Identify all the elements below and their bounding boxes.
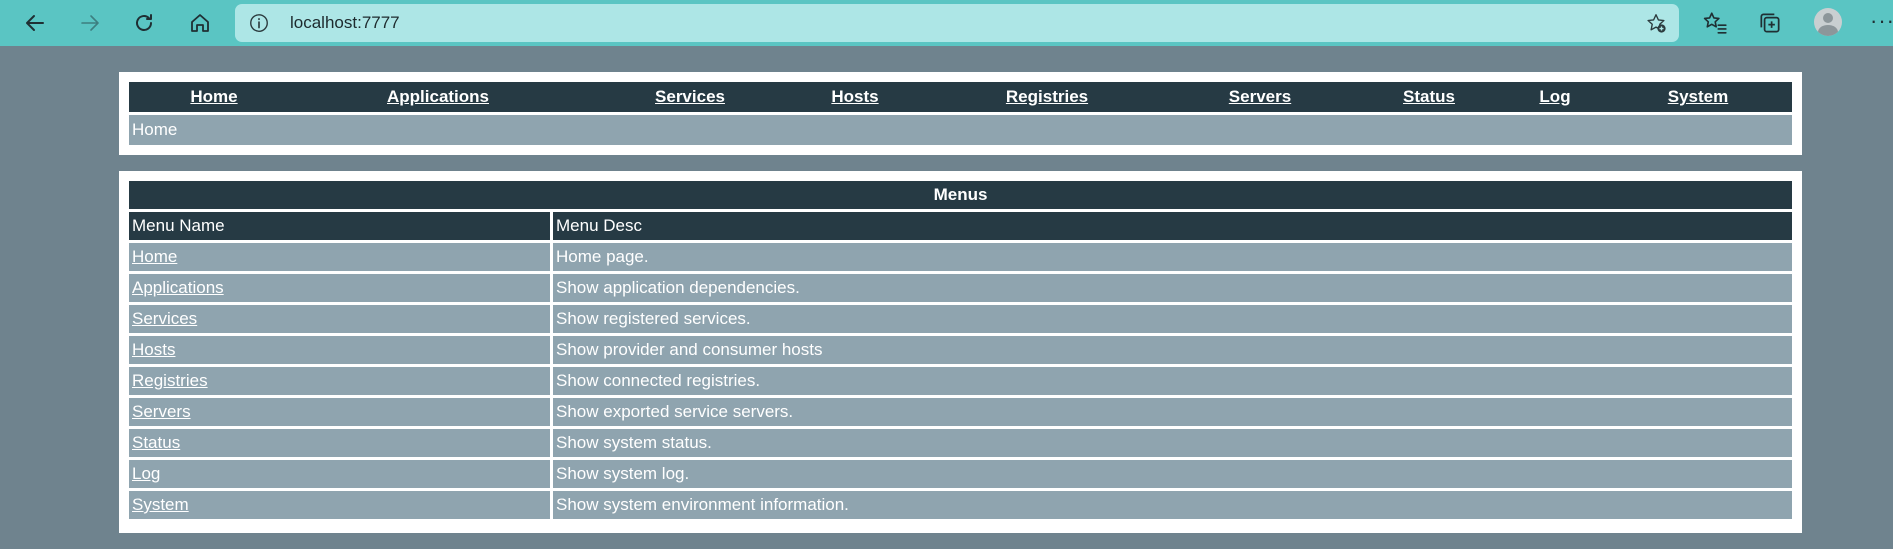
- home-icon: [191, 14, 209, 32]
- menu-link-registries[interactable]: Registries: [132, 371, 208, 390]
- menu-name-cell: System: [129, 491, 553, 519]
- collections-icon[interactable]: [1757, 10, 1783, 36]
- column-header-menu-desc: Menu Desc: [553, 212, 1792, 240]
- table-row: Registries Show connected registries.: [129, 367, 1792, 395]
- menu-desc-cell: Show system status.: [553, 429, 1792, 457]
- breadcrumb-text: Home: [132, 120, 178, 139]
- table-row: Hosts Show provider and consumer hosts: [129, 336, 1792, 364]
- menu-link-home[interactable]: Home: [132, 247, 177, 266]
- nav-home[interactable]: Home: [190, 87, 237, 107]
- home-button[interactable]: [183, 6, 217, 40]
- menu-desc-cell: Show provider and consumer hosts: [553, 336, 1792, 364]
- star-plus-icon[interactable]: [1645, 12, 1667, 34]
- arrow-right-icon: [81, 15, 99, 31]
- main-nav: Home Applications Services Hosts Registr…: [129, 82, 1792, 112]
- nav-panel: Home Applications Services Hosts Registr…: [119, 72, 1802, 155]
- info-icon[interactable]: [248, 12, 270, 34]
- table-row: Home Home page.: [129, 243, 1792, 271]
- more-icon[interactable]: ···: [1870, 8, 1893, 34]
- menu-link-log[interactable]: Log: [132, 464, 160, 483]
- menu-desc-cell: Show registered services.: [553, 305, 1792, 333]
- menu-link-system[interactable]: System: [132, 495, 189, 514]
- menu-name-cell: Status: [129, 429, 553, 457]
- table-row: Services Show registered services.: [129, 305, 1792, 333]
- address-url[interactable]: localhost:7777: [290, 13, 400, 33]
- browser-toolbar: localhost:7777 ···: [0, 0, 1893, 46]
- table-row: Applications Show application dependenci…: [129, 274, 1792, 302]
- menu-desc-cell: Show system log.: [553, 460, 1792, 488]
- menu-desc-cell: Home page.: [553, 243, 1792, 271]
- table-row: Log Show system log.: [129, 460, 1792, 488]
- menus-table: Menus Menu Name Menu Desc Home Home page…: [129, 178, 1792, 522]
- menu-desc-cell: Show system environment information.: [553, 491, 1792, 519]
- forward-button[interactable]: [73, 6, 107, 40]
- nav-services[interactable]: Services: [655, 87, 725, 107]
- menu-name-cell: Applications: [129, 274, 553, 302]
- menu-desc-cell: Show application dependencies.: [553, 274, 1792, 302]
- address-bar[interactable]: localhost:7777: [235, 4, 1679, 42]
- nav-registries[interactable]: Registries: [1006, 87, 1088, 107]
- table-row: Status Show system status.: [129, 429, 1792, 457]
- nav-status[interactable]: Status: [1403, 87, 1455, 107]
- menu-name-cell: Home: [129, 243, 553, 271]
- menu-link-status[interactable]: Status: [132, 433, 180, 452]
- menu-link-services[interactable]: Services: [132, 309, 197, 328]
- avatar-icon[interactable]: [1814, 8, 1842, 36]
- menu-link-hosts[interactable]: Hosts: [132, 340, 175, 359]
- menu-desc-cell: Show connected registries.: [553, 367, 1792, 395]
- nav-system[interactable]: System: [1668, 87, 1728, 107]
- menu-name-cell: Hosts: [129, 336, 553, 364]
- column-header-menu-name: Menu Name: [129, 212, 553, 240]
- menu-desc-cell: Show exported service servers.: [553, 398, 1792, 426]
- back-button[interactable]: [18, 6, 52, 40]
- menus-panel: Menus Menu Name Menu Desc Home Home page…: [119, 171, 1802, 533]
- table-title-row: Menus: [129, 181, 1792, 209]
- table-title: Menus: [129, 181, 1792, 209]
- menu-link-servers[interactable]: Servers: [132, 402, 191, 421]
- menu-link-applications[interactable]: Applications: [132, 278, 224, 297]
- table-row: Servers Show exported service servers.: [129, 398, 1792, 426]
- refresh-button[interactable]: [127, 6, 161, 40]
- arrow-left-icon: [26, 15, 44, 31]
- table-header-row: Menu Name Menu Desc: [129, 212, 1792, 240]
- nav-log[interactable]: Log: [1539, 87, 1570, 107]
- menu-name-cell: Servers: [129, 398, 553, 426]
- menu-name-cell: Services: [129, 305, 553, 333]
- refresh-icon: [136, 14, 152, 31]
- nav-applications[interactable]: Applications: [387, 87, 489, 107]
- breadcrumb: Home: [129, 115, 1792, 145]
- table-row: System Show system environment informati…: [129, 491, 1792, 519]
- menu-name-cell: Log: [129, 460, 553, 488]
- menu-name-cell: Registries: [129, 367, 553, 395]
- nav-hosts[interactable]: Hosts: [831, 87, 878, 107]
- nav-servers[interactable]: Servers: [1229, 87, 1291, 107]
- favorites-list-icon[interactable]: [1702, 10, 1728, 36]
